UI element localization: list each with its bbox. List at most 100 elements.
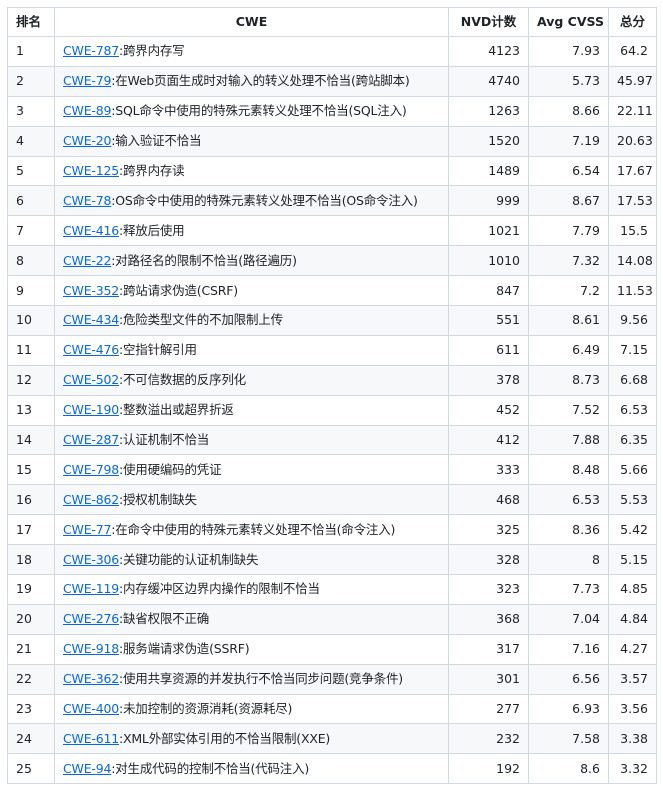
cell-avg-cvss: 7.2 <box>528 275 609 307</box>
table-row: 23 CWE-400:未加控制的资源消耗(资源耗尽) 277 6.93 3.56 <box>7 693 657 725</box>
cell-avg-cvss: 8.61 <box>528 305 609 336</box>
cell-rank: 21 <box>7 633 55 665</box>
cell-total-score: 6.53 <box>608 394 657 426</box>
cell-rank: 2 <box>7 65 55 97</box>
cell-cwe: CWE-502:不可信数据的反序列化 <box>54 364 449 396</box>
cell-nvd-count: 1520 <box>448 125 529 157</box>
cwe-link[interactable]: CWE-119 <box>63 581 119 596</box>
cwe-description: :对生成代码的控制不恰当(代码注入) <box>111 760 310 776</box>
cell-avg-cvss: 6.56 <box>528 663 609 695</box>
cell-cwe: CWE-287:认证机制不恰当 <box>54 424 449 456</box>
cell-rank: 24 <box>7 723 55 755</box>
cell-total-score: 15.5 <box>608 215 657 247</box>
cell-rank: 20 <box>7 603 55 635</box>
table-row: 20 CWE-276:缺省权限不正确 368 7.04 4.84 <box>7 603 657 635</box>
cell-avg-cvss: 7.32 <box>528 245 609 277</box>
cell-total-score: 5.66 <box>608 454 657 486</box>
cell-avg-cvss: 6.53 <box>528 484 609 516</box>
table-row: 19 CWE-119:内存缓冲区边界内操作的限制不恰当 323 7.73 4.85 <box>7 574 657 605</box>
cwe-link[interactable]: CWE-94 <box>63 761 111 776</box>
cwe-link[interactable]: CWE-78 <box>63 193 111 208</box>
cell-nvd-count: 317 <box>448 633 529 665</box>
cwe-link[interactable]: CWE-362 <box>63 671 119 686</box>
cwe-link[interactable]: CWE-22 <box>63 253 111 268</box>
header-total-score: 总分 <box>608 7 657 37</box>
cell-cwe: CWE-352:跨站请求伪造(CSRF) <box>54 275 449 307</box>
cwe-description: :在Web页面生成时对输入的转义处理不恰当(跨站脚本) <box>111 73 410 89</box>
cell-nvd-count: 4123 <box>448 36 529 67</box>
cwe-link[interactable]: CWE-306 <box>63 552 119 567</box>
cell-rank: 16 <box>7 484 55 516</box>
cell-nvd-count: 1010 <box>448 245 529 277</box>
cell-avg-cvss: 8.67 <box>528 185 609 217</box>
cwe-link[interactable]: CWE-287 <box>63 432 119 447</box>
cell-cwe: CWE-306:关键功能的认证机制缺失 <box>54 544 449 576</box>
cwe-link[interactable]: CWE-400 <box>63 701 119 716</box>
cwe-link[interactable]: CWE-416 <box>63 223 119 238</box>
cwe-link[interactable]: CWE-276 <box>63 611 119 626</box>
cwe-link[interactable]: CWE-476 <box>63 342 119 357</box>
cell-avg-cvss: 6.49 <box>528 334 609 366</box>
table-row: 22 CWE-362:使用共享资源的并发执行不恰当同步问题(竞争条件) 301 6.5… <box>7 663 657 695</box>
cell-total-score: 3.57 <box>608 663 657 695</box>
cell-nvd-count: 232 <box>448 723 529 755</box>
cwe-link[interactable]: CWE-434 <box>63 312 119 327</box>
cell-cwe: CWE-119:内存缓冲区边界内操作的限制不恰当 <box>54 574 449 605</box>
cell-total-score: 64.2 <box>608 36 657 67</box>
cwe-description: :使用硬编码的凭证 <box>118 461 222 477</box>
cwe-link[interactable]: CWE-787 <box>63 43 119 58</box>
table-row: 13 CWE-190:整数溢出或超界折返 452 7.52 6.53 <box>7 394 657 426</box>
cell-rank: 9 <box>7 275 55 307</box>
cell-rank: 22 <box>7 663 55 695</box>
cwe-description: :输入验证不恰当 <box>111 133 202 149</box>
cwe-description: :SQL命令中使用的特殊元素转义处理不恰当(SQL注入) <box>111 103 407 119</box>
cell-rank: 13 <box>7 394 55 426</box>
cell-avg-cvss: 5.73 <box>528 65 609 97</box>
cwe-link[interactable]: CWE-77 <box>63 522 111 537</box>
cell-rank: 19 <box>7 574 55 605</box>
cell-nvd-count: 325 <box>448 514 529 546</box>
cell-rank: 4 <box>7 125 55 157</box>
cwe-link[interactable]: CWE-502 <box>63 372 119 387</box>
cwe-description: :未加控制的资源消耗(资源耗尽) <box>118 701 293 717</box>
cwe-link[interactable]: CWE-125 <box>63 163 119 178</box>
cell-nvd-count: 611 <box>448 334 529 366</box>
cwe-link[interactable]: CWE-918 <box>63 641 119 656</box>
cwe-description: :缺省权限不正确 <box>118 611 210 627</box>
cell-avg-cvss: 6.54 <box>528 155 609 187</box>
cell-rank: 7 <box>7 215 55 247</box>
cwe-link[interactable]: CWE-89 <box>63 103 111 118</box>
cwe-link[interactable]: CWE-190 <box>63 402 119 417</box>
cell-total-score: 22.11 <box>608 95 657 127</box>
table-row: 15 CWE-798:使用硬编码的凭证 333 8.48 5.66 <box>7 454 657 486</box>
cell-total-score: 6.35 <box>608 424 657 456</box>
cwe-description: :危险类型文件的不加限制上传 <box>118 312 283 328</box>
cell-total-score: 11.53 <box>608 275 657 307</box>
cell-rank: 3 <box>7 95 55 127</box>
cwe-link[interactable]: CWE-352 <box>63 283 119 298</box>
cell-avg-cvss: 7.88 <box>528 424 609 456</box>
cell-avg-cvss: 7.19 <box>528 125 609 157</box>
cell-cwe: CWE-362:使用共享资源的并发执行不恰当同步问题(竞争条件) <box>54 663 449 695</box>
cell-avg-cvss: 7.79 <box>528 215 609 247</box>
cwe-description: :对路径名的限制不恰当(路径遍历) <box>111 252 297 268</box>
cell-nvd-count: 328 <box>448 544 529 576</box>
cell-cwe: CWE-787:跨界内存写 <box>54 36 449 67</box>
cwe-description: :关键功能的认证机制缺失 <box>118 551 259 567</box>
cwe-description: :整数溢出或超界折返 <box>118 402 234 418</box>
cell-cwe: CWE-276:缺省权限不正确 <box>54 603 449 635</box>
cwe-link[interactable]: CWE-862 <box>63 492 119 507</box>
cell-nvd-count: 468 <box>448 484 529 516</box>
cell-rank: 12 <box>7 364 55 396</box>
cwe-link[interactable]: CWE-79 <box>63 73 111 88</box>
cwe-link[interactable]: CWE-798 <box>63 462 119 477</box>
cwe-description: :空指针解引用 <box>118 342 197 358</box>
header-rank: 排名 <box>7 7 55 37</box>
cwe-link[interactable]: CWE-611 <box>63 731 119 746</box>
cell-cwe: CWE-416:释放后使用 <box>54 215 449 247</box>
cell-avg-cvss: 8.36 <box>528 514 609 546</box>
table-header: 排名 CWE NVD计数 Avg CVSS 总分 <box>7 7 657 37</box>
cwe-link[interactable]: CWE-20 <box>63 133 111 148</box>
cell-nvd-count: 192 <box>448 753 529 785</box>
cell-rank: 25 <box>7 753 55 785</box>
